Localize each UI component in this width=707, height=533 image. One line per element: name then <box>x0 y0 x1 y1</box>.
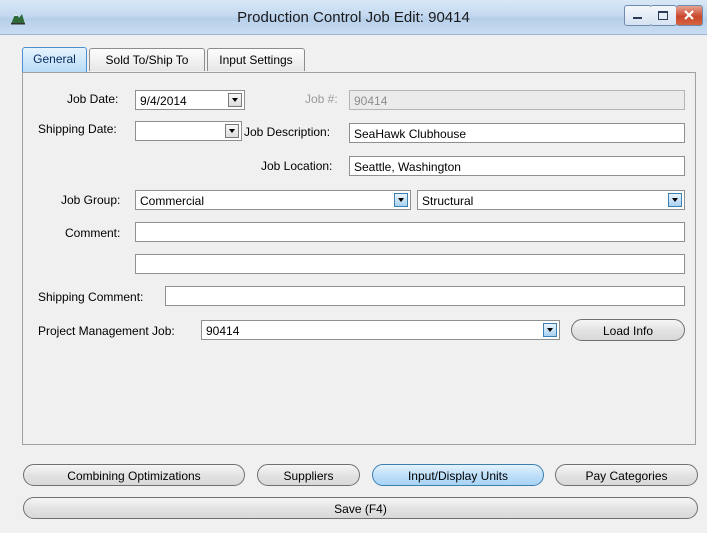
pay-categories-button[interactable]: Pay Categories <box>555 464 698 486</box>
shipping-date-label: Shipping Date: <box>38 122 117 136</box>
close-button[interactable] <box>676 5 703 26</box>
comment-field-line-1[interactable] <box>135 222 685 242</box>
job-edit-window: Production Control Job Edit: 90414 Gener… <box>0 0 707 533</box>
job-description-field[interactable]: SeaHawk Clubhouse <box>349 123 685 143</box>
comment-label: Comment: <box>65 226 121 240</box>
pm-job-value: 90414 <box>206 324 240 338</box>
tab-general[interactable]: General <box>22 47 87 72</box>
job-group-label: Job Group: <box>61 193 121 207</box>
combining-optimizations-button[interactable]: Combining Optimizations <box>23 464 245 486</box>
load-info-button[interactable]: Load Info <box>571 319 685 341</box>
job-date-field[interactable]: 9/4/2014 <box>135 90 245 110</box>
maximize-button[interactable] <box>650 5 677 26</box>
job-group-select[interactable]: Commercial <box>135 190 411 210</box>
general-panel: Job Date: 9/4/2014 Job #: 90414 Shipping… <box>22 72 696 445</box>
window-title: Production Control Job Edit: 90414 <box>237 9 470 26</box>
job-date-dropdown-icon[interactable] <box>228 93 242 107</box>
job-description-label: Job Description: <box>244 125 331 139</box>
tab-sold-to-ship-to[interactable]: Sold To/Ship To <box>89 48 205 71</box>
title-bar: Production Control Job Edit: 90414 <box>0 0 707 35</box>
job-subgroup-select[interactable]: Structural <box>417 190 685 210</box>
pm-job-label: Project Management Job: <box>38 324 175 338</box>
minimize-icon <box>633 17 642 19</box>
job-subgroup-dropdown-icon[interactable] <box>668 193 682 207</box>
pm-job-dropdown-icon[interactable] <box>543 323 557 337</box>
shipping-comment-label: Shipping Comment: <box>38 290 144 304</box>
close-icon <box>684 10 694 20</box>
save-button[interactable]: Save (F4) <box>23 497 698 519</box>
comment-field-line-2[interactable] <box>135 254 685 274</box>
shipping-date-field[interactable] <box>135 121 242 141</box>
shipping-date-dropdown-icon[interactable] <box>225 124 239 138</box>
minimize-button[interactable] <box>624 5 652 26</box>
job-location-field[interactable]: Seattle, Washington <box>349 156 685 176</box>
job-number-label: Job #: <box>305 92 338 106</box>
shipping-comment-field[interactable] <box>165 286 685 306</box>
job-group-value: Commercial <box>140 194 205 208</box>
job-group-dropdown-icon[interactable] <box>394 193 408 207</box>
job-number-field: 90414 <box>349 90 685 110</box>
suppliers-button[interactable]: Suppliers <box>257 464 360 486</box>
input-display-units-button[interactable]: Input/Display Units <box>372 464 544 486</box>
tab-input-settings[interactable]: Input Settings <box>207 48 305 71</box>
job-date-label: Job Date: <box>67 92 119 106</box>
pm-job-select[interactable]: 90414 <box>201 320 560 340</box>
job-location-label: Job Location: <box>261 159 333 173</box>
job-date-value: 9/4/2014 <box>140 94 187 108</box>
job-subgroup-value: Structural <box>422 194 474 208</box>
maximize-icon <box>658 11 668 20</box>
